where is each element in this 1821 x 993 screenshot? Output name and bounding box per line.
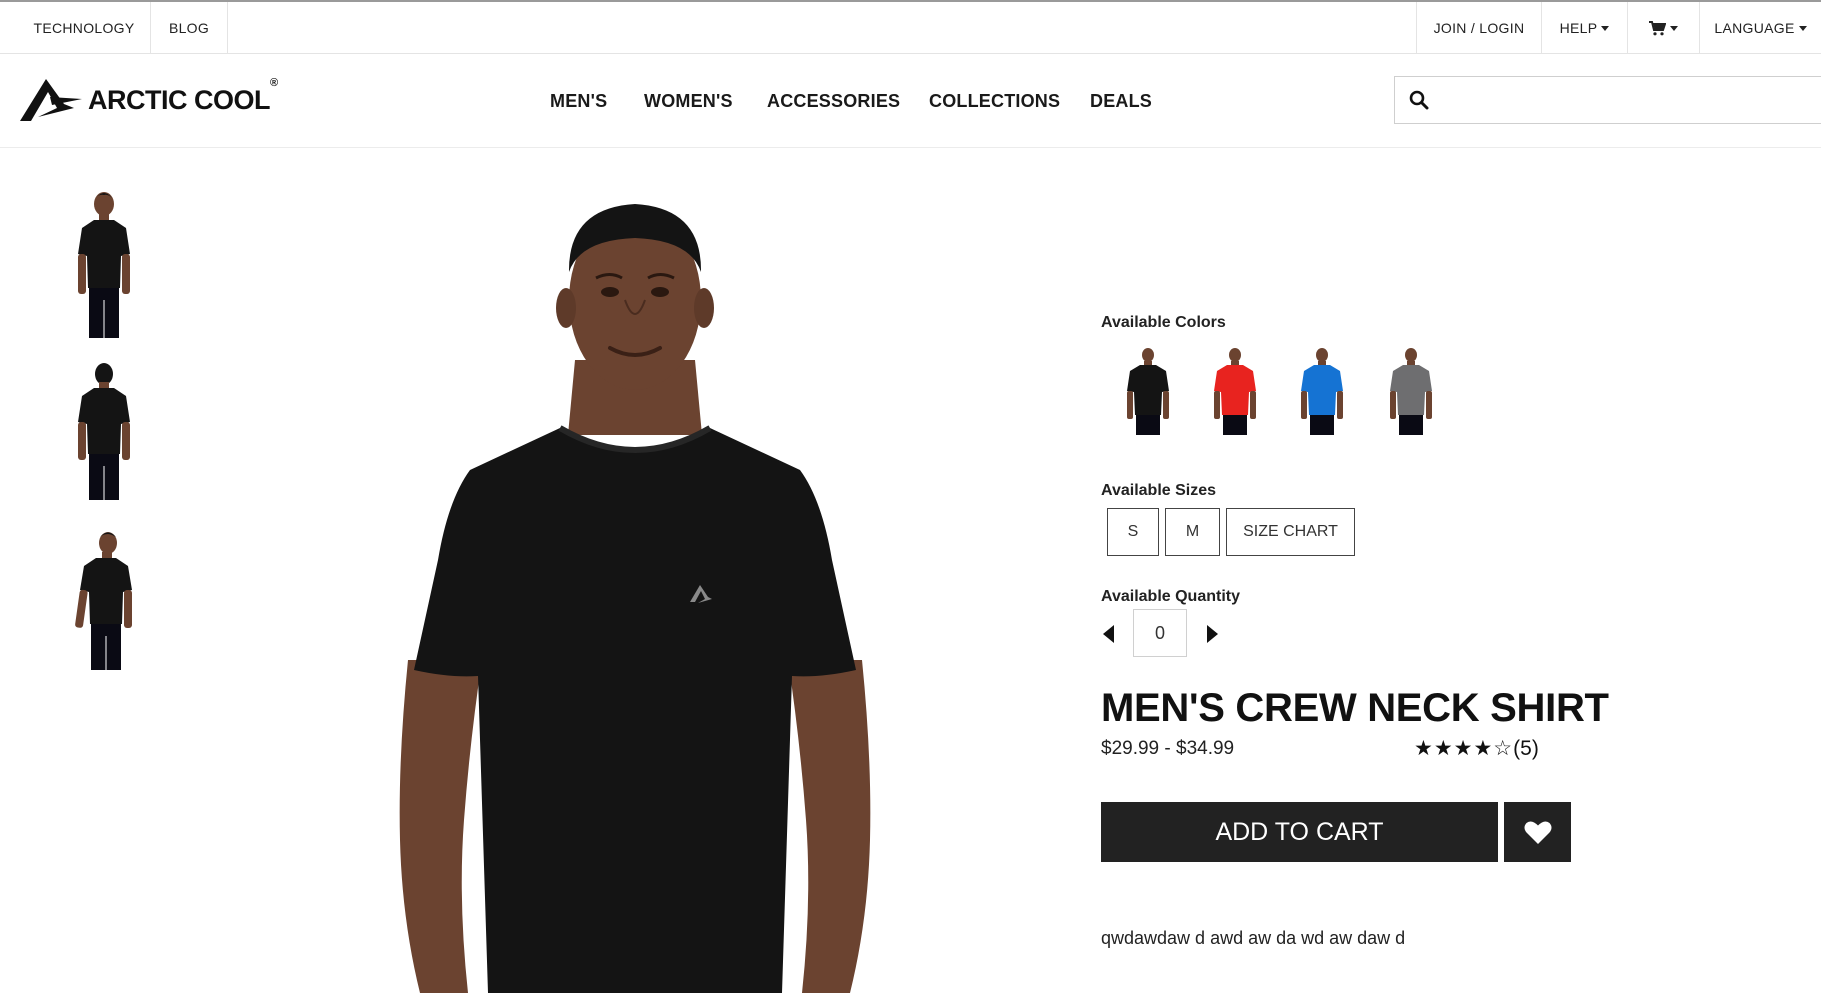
available-sizes-label: Available Sizes [1101,482,1217,499]
rating-stars: ★★★★☆ [1414,737,1514,760]
cart-icon [1649,20,1666,35]
swatch-black-image [1127,348,1169,435]
product-title: MEN'S CREW NECK SHIRT [1101,686,1609,730]
cart-dropdown[interactable] [1627,2,1699,54]
nav-accessories[interactable]: ACCESSORIES [767,91,900,112]
language-dropdown[interactable]: LANGUAGE [1699,2,1821,54]
join-login-label: JOIN / LOGIN [1433,20,1525,36]
search-input[interactable] [1437,78,1821,122]
brand-logo[interactable]: ARCTIC COOL® [18,76,278,124]
model-back-thumbnail [78,363,130,500]
color-swatch-red[interactable] [1200,345,1270,450]
arctic-cool-logo-icon [20,79,82,121]
nav-mens[interactable]: MEN'S [550,91,607,112]
color-swatch-gray[interactable] [1376,345,1446,450]
chevron-down-icon [1601,25,1610,31]
thumbnail-back[interactable] [56,360,166,530]
brand-name-text: ARCTIC COOL [88,84,270,115]
model-front-image [399,204,871,993]
quantity-increase-icon[interactable] [1204,622,1220,646]
quantity-input[interactable] [1133,609,1187,657]
nav-deals[interactable]: DEALS [1090,91,1152,112]
join-login-link[interactable]: JOIN / LOGIN [1416,2,1541,54]
swatch-blue-image [1301,348,1343,435]
size-button-s[interactable]: S [1107,508,1159,556]
help-label: HELP [1559,20,1598,36]
search-bar [1394,76,1821,124]
search-icon[interactable] [1401,77,1437,123]
model-front-thumbnail [78,192,130,338]
utility-bar: TECHNOLOGY BLOG JOIN / LOGIN HELP LANGUA… [0,0,1821,54]
swatch-gray-image [1390,348,1432,435]
topbar-link-blog[interactable]: BLOG [151,2,228,54]
product-rating[interactable]: ★★★★☆(5) [1414,736,1539,761]
main-product-image[interactable] [390,200,880,993]
size-button-m[interactable]: M [1165,508,1220,556]
language-label: LANGUAGE [1714,20,1795,36]
wishlist-button[interactable] [1504,802,1571,862]
nav-womens[interactable]: WOMEN'S [644,91,733,112]
size-chart-button[interactable]: SIZE CHART [1226,508,1355,556]
brand-name: ARCTIC COOL® [88,77,278,116]
product-price: $29.99 - $34.99 [1101,738,1235,759]
color-swatch-black[interactable] [1113,345,1183,450]
product-description: qwdawdaw d awd aw da wd aw daw d [1101,928,1406,948]
add-to-cart-button[interactable]: ADD TO CART [1101,802,1498,862]
topbar-link-technology[interactable]: TECHNOLOGY [18,2,151,54]
topbar-technology-label: TECHNOLOGY [33,20,135,36]
nav-collections[interactable]: COLLECTIONS [929,91,1060,112]
chevron-down-icon [1798,25,1807,31]
registered-mark: ® [269,76,278,89]
thumbnail-front[interactable] [56,188,166,358]
topbar-blog-label: BLOG [168,20,210,36]
swatch-red-image [1214,348,1256,435]
main-header: ARCTIC COOL® MEN'S WOMEN'S ACCESSORIES C… [0,54,1821,148]
quantity-decrease-icon[interactable] [1101,622,1117,646]
review-count: (5) [1513,737,1539,760]
available-quantity-label: Available Quantity [1101,588,1240,605]
chevron-down-icon [1670,25,1678,31]
model-side-thumbnail [75,532,132,670]
heart-icon [1524,820,1551,844]
color-swatch-blue[interactable] [1287,345,1357,450]
thumbnail-side[interactable] [56,528,166,698]
help-dropdown[interactable]: HELP [1541,2,1627,54]
available-colors-label: Available Colors [1101,314,1226,331]
